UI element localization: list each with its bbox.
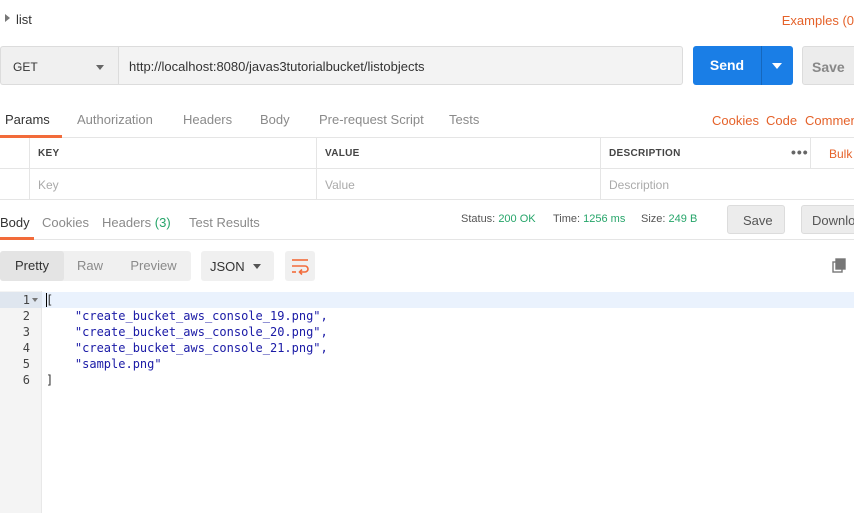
send-label: Send xyxy=(709,57,745,73)
value-header-cell: VALUE xyxy=(316,138,600,169)
text-cursor xyxy=(46,293,47,307)
view-pretty[interactable]: Pretty xyxy=(0,251,64,281)
request-tabs: Params Authorization Headers Body Pre-re… xyxy=(0,102,854,138)
save-request-button[interactable]: Save xyxy=(802,46,854,85)
line-number: 5 xyxy=(22,357,30,371)
active-line-highlight xyxy=(0,292,854,308)
download-button[interactable]: Downlo xyxy=(801,205,854,234)
format-select[interactable]: JSON xyxy=(201,251,274,281)
tab-response-headers[interactable]: Headers (3) xyxy=(102,215,171,230)
tab-body[interactable]: Body xyxy=(260,112,290,127)
send-options-chevron-icon[interactable] xyxy=(772,63,782,69)
key-header: KEY xyxy=(38,148,60,159)
wrap-lines-icon xyxy=(292,259,309,276)
code-line: [ xyxy=(46,293,54,307)
fold-toggle-icon[interactable] xyxy=(32,298,38,302)
save-response-label: Save xyxy=(743,213,773,228)
tab-headers[interactable]: Headers xyxy=(183,112,232,127)
chevron-down-icon xyxy=(253,264,261,269)
time-value: 1256 ms xyxy=(583,213,626,225)
line-number: 1 xyxy=(22,293,30,307)
description-header: DESCRIPTION xyxy=(609,148,681,159)
expand-caret-icon[interactable] xyxy=(5,14,10,22)
time-label: Time: xyxy=(553,213,581,225)
status-info[interactable]: Status: 200 OK xyxy=(461,213,536,225)
send-divider xyxy=(761,46,762,85)
tab-params[interactable]: Params xyxy=(5,112,50,127)
method-value: GET xyxy=(13,60,38,74)
view-mode-segment: Pretty Raw Preview xyxy=(0,251,191,281)
tab-authorization[interactable]: Authorization xyxy=(77,112,153,127)
code-string: "create_bucket_aws_console_20.png", xyxy=(46,325,328,339)
key-header-cell: KEY xyxy=(29,138,316,169)
key-input[interactable]: Key xyxy=(29,169,316,200)
description-input[interactable]: Description xyxy=(600,169,854,200)
description-placeholder: Description xyxy=(609,178,670,192)
comments-link[interactable]: Commen xyxy=(805,113,854,128)
time-info[interactable]: Time: 1256 ms xyxy=(553,213,625,225)
more-options-icon[interactable]: ••• xyxy=(791,144,809,160)
code-line: ] xyxy=(46,373,54,387)
key-placeholder: Key xyxy=(38,178,59,192)
value-header: VALUE xyxy=(325,148,360,159)
format-value: JSON xyxy=(210,259,245,274)
save-response-button[interactable]: Save xyxy=(727,205,785,234)
save-request-label: Save xyxy=(812,59,845,75)
response-editor[interactable]: 1 2 3 4 5 6 [ "create_bucket_aws_console… xyxy=(0,291,854,513)
download-label: Downlo xyxy=(812,213,854,228)
url-input[interactable]: http://localhost:8080/javas3tutorialbuck… xyxy=(118,46,683,85)
url-value: http://localhost:8080/javas3tutorialbuck… xyxy=(129,59,425,74)
request-title-bar: list Examples (0 xyxy=(0,0,854,40)
status-label: Status: xyxy=(461,213,496,225)
tab-tests[interactable]: Tests xyxy=(449,112,479,127)
tab-pre-request-script[interactable]: Pre-request Script xyxy=(319,112,424,127)
code-string: "create_bucket_aws_console_21.png", xyxy=(46,341,328,355)
request-name[interactable]: list xyxy=(16,12,32,27)
tab-test-results[interactable]: Test Results xyxy=(189,215,260,230)
line-number: 2 xyxy=(22,309,30,323)
code-line: "sample.png" xyxy=(46,356,162,372)
line-number: 3 xyxy=(22,325,30,339)
bulk-edit-cell: Bulk xyxy=(810,138,854,169)
chevron-down-icon xyxy=(96,65,104,70)
active-response-tab-indicator xyxy=(0,237,34,240)
size-info[interactable]: Size: 249 B xyxy=(641,213,697,225)
status-value: 200 OK xyxy=(498,213,536,225)
view-preview[interactable]: Preview xyxy=(116,251,191,281)
line-number: 6 xyxy=(22,373,30,387)
code-line: "create_bucket_aws_console_20.png", xyxy=(46,324,328,340)
line-number: 4 xyxy=(22,341,30,355)
tab-response-body[interactable]: Body xyxy=(0,215,30,230)
value-input[interactable]: Value xyxy=(316,169,600,200)
value-placeholder: Value xyxy=(325,178,355,192)
response-headers-label: Headers xyxy=(102,215,152,230)
wrap-lines-button[interactable] xyxy=(285,251,315,281)
response-tabs: Body Cookies Headers (3) Test Results St… xyxy=(0,200,854,240)
send-button[interactable]: Send xyxy=(693,46,793,85)
tab-response-cookies[interactable]: Cookies xyxy=(42,215,89,230)
params-table: KEY VALUE DESCRIPTION ••• Bulk Key Value… xyxy=(0,138,854,200)
code-line: "create_bucket_aws_console_19.png", xyxy=(46,308,328,324)
copy-icon[interactable] xyxy=(832,258,848,274)
params-input-row: Key Value Description xyxy=(0,169,854,200)
cookies-link[interactable]: Cookies xyxy=(712,113,759,128)
code-string: "sample.png" xyxy=(46,357,162,371)
method-select[interactable]: GET xyxy=(0,46,118,85)
response-headers-count: (3) xyxy=(154,215,171,230)
size-value: 249 B xyxy=(668,213,698,225)
body-toolbar: Pretty Raw Preview JSON xyxy=(0,241,854,291)
size-label: Size: xyxy=(641,213,666,225)
code-string: "create_bucket_aws_console_19.png", xyxy=(46,309,328,323)
code-link[interactable]: Code xyxy=(766,113,797,128)
examples-link[interactable]: Examples (0 xyxy=(782,13,854,28)
code-line: "create_bucket_aws_console_21.png", xyxy=(46,340,328,356)
params-header-row: KEY VALUE DESCRIPTION ••• Bulk xyxy=(0,138,854,169)
bulk-edit-link[interactable]: Bulk xyxy=(829,147,852,161)
view-raw[interactable]: Raw xyxy=(64,251,116,281)
